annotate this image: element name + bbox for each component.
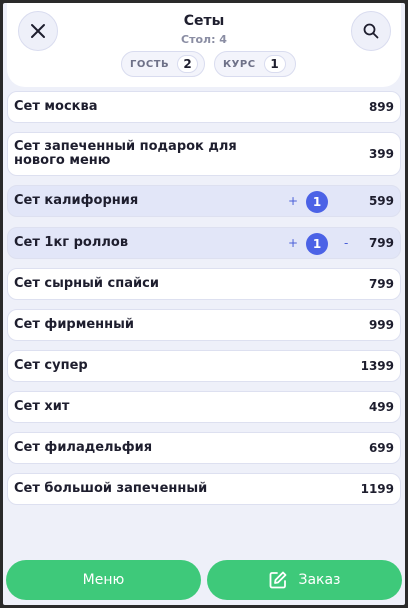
item-price: 799 — [368, 236, 394, 250]
menu-item-row[interactable]: Сет хит 499 — [7, 391, 401, 423]
item-name: Сет 1кг роллов — [14, 235, 129, 250]
menu-item-row[interactable]: Сет большой запеченный 1199 — [7, 473, 401, 505]
item-price: 899 — [368, 100, 394, 114]
guest-label: ГОСТЬ — [130, 58, 170, 70]
item-price: 799 — [368, 277, 394, 291]
search-button[interactable] — [351, 11, 391, 51]
item-name: Сет фирменный — [14, 317, 135, 332]
increment-button[interactable]: + — [288, 228, 298, 258]
item-name: Сет сырный спайси — [14, 276, 159, 291]
menu-item-row[interactable]: Сет 1кг роллов + 1 - 799 — [7, 227, 401, 259]
item-name: Сет хит — [14, 399, 70, 414]
menu-button[interactable]: Меню — [6, 560, 201, 600]
item-name: Сет москва — [14, 99, 98, 114]
app-frame: Сеты Стол: 4 ГОСТЬ 2 КУРС 1 Сет москва 8… — [3, 3, 405, 605]
item-price: 599 — [368, 194, 394, 208]
item-price: 1199 — [360, 482, 394, 496]
table-number: Стол: 4 — [181, 33, 227, 46]
quantity-badge: 1 — [306, 191, 328, 213]
item-price: 399 — [368, 147, 394, 161]
menu-button-label: Меню — [82, 572, 125, 588]
course-selector[interactable]: КУРС 1 — [214, 51, 296, 77]
guest-selector[interactable]: ГОСТЬ 2 — [121, 51, 205, 77]
menu-item-row[interactable]: Сет калифорния + 1 599 — [7, 185, 401, 217]
search-icon — [363, 23, 379, 39]
item-price: 1399 — [360, 359, 394, 373]
item-name: Сет супер — [14, 358, 88, 373]
menu-item-row[interactable]: Сет филадельфия 699 — [7, 432, 401, 464]
order-button[interactable]: Заказ — [207, 560, 402, 600]
page-title: Сеты — [183, 13, 225, 29]
item-name: Сет калифорния — [14, 193, 139, 208]
course-value: 1 — [263, 55, 286, 73]
course-label: КУРС — [223, 58, 256, 70]
decrement-button[interactable]: - — [344, 228, 348, 258]
quantity-badge: 1 — [306, 233, 328, 255]
item-price: 499 — [368, 400, 394, 414]
guest-value: 2 — [177, 55, 198, 73]
increment-button[interactable]: + — [288, 186, 298, 216]
menu-item-row[interactable]: Сет супер 1399 — [7, 350, 401, 382]
header: Сеты Стол: 4 ГОСТЬ 2 КУРС 1 — [7, 3, 401, 87]
edit-icon — [270, 571, 287, 589]
item-name: Сет запеченный подарок для нового меню — [14, 139, 237, 168]
item-price: 999 — [368, 318, 394, 332]
item-price: 699 — [368, 441, 394, 455]
menu-item-row[interactable]: Сет запеченный подарок для нового меню 3… — [7, 132, 401, 176]
menu-item-row[interactable]: Сет фирменный 999 — [7, 309, 401, 341]
menu-item-row[interactable]: Сет сырный спайси 799 — [7, 268, 401, 300]
order-button-label: Заказ — [298, 572, 341, 588]
item-name: Сет филадельфия — [14, 440, 153, 455]
menu-item-row[interactable]: Сет москва 899 — [7, 91, 401, 123]
item-name: Сет большой запеченный — [14, 481, 208, 496]
